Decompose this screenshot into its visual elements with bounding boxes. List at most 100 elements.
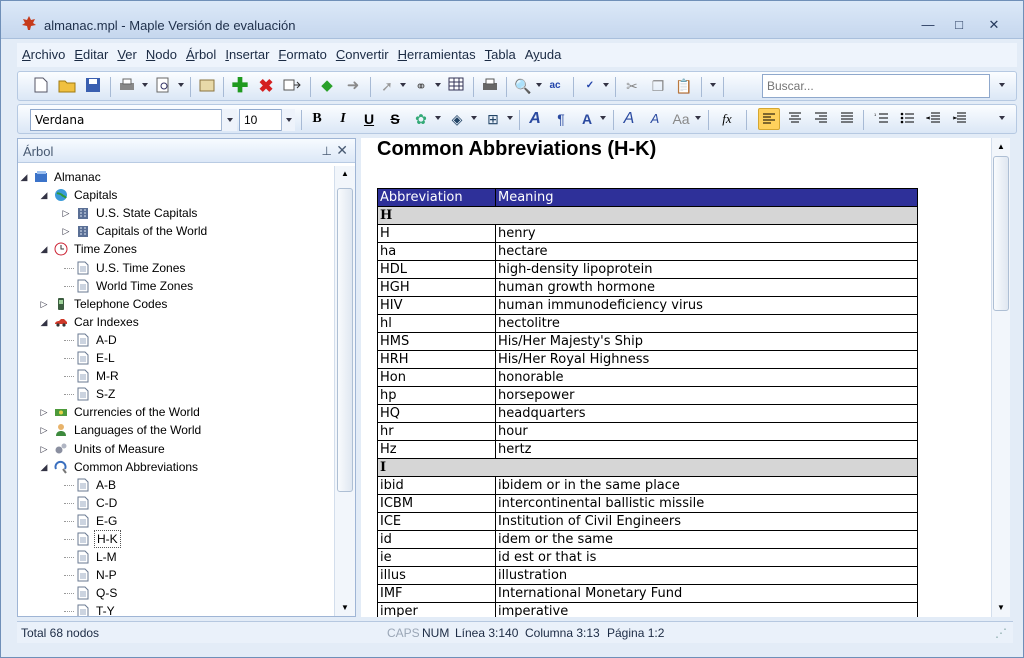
expand-icon[interactable]: ▷ <box>62 222 70 240</box>
print-icon-2[interactable] <box>481 77 499 95</box>
abbreviation-cell[interactable]: H <box>377 224 496 243</box>
meaning-cell[interactable]: illustration <box>495 566 918 585</box>
expand-icon[interactable]: ▷ <box>40 421 48 439</box>
editor-scrollbar[interactable]: ▲ ▼ <box>991 138 1010 617</box>
abbreviation-cell[interactable]: HQ <box>377 404 496 423</box>
bullet-list-icon[interactable] <box>898 110 916 128</box>
bold-button[interactable]: B <box>308 110 326 128</box>
paste-icon[interactable]: 📋 <box>675 77 693 95</box>
table-row[interactable]: illus illustration <box>377 566 918 585</box>
new-document-icon[interactable] <box>32 77 50 95</box>
add-node-icon[interactable]: ✚ <box>231 76 249 96</box>
editor-scroll-thumb[interactable] <box>993 156 1009 311</box>
move-node-icon[interactable] <box>283 77 301 95</box>
maximize-button[interactable]: □ <box>947 15 971 35</box>
open-folder-icon[interactable] <box>58 77 76 95</box>
table-row[interactable]: HRH His/Her Royal Highness <box>377 350 918 369</box>
search-input[interactable] <box>762 74 990 98</box>
resize-grip-icon[interactable]: ⋰ <box>995 626 1007 640</box>
abbreviation-cell[interactable]: ie <box>377 548 496 567</box>
abbreviation-cell[interactable]: ha <box>377 242 496 261</box>
meaning-cell[interactable]: henry <box>495 224 918 243</box>
menu-ayuda[interactable]: Ayuda <box>520 43 566 62</box>
meaning-cell[interactable]: hectolitre <box>495 314 918 333</box>
table-row[interactable]: IMF International Monetary Fund <box>377 584 918 603</box>
table-row[interactable]: Hon honorable <box>377 368 918 387</box>
section-letter[interactable]: I <box>377 458 918 477</box>
table-row[interactable]: ICE Institution of Civil Engineers <box>377 512 918 531</box>
abbreviation-cell[interactable]: IMF <box>377 584 496 603</box>
abbreviation-cell[interactable]: Hon <box>377 368 496 387</box>
cursor-icon[interactable]: ➚ <box>378 77 396 95</box>
table-row[interactable]: HIV human immunodeficiency virus <box>377 296 918 315</box>
meaning-cell[interactable]: International Monetary Fund <box>495 584 918 603</box>
link-icon[interactable]: ⚭ <box>412 77 430 95</box>
abbreviation-cell[interactable]: hr <box>377 422 496 441</box>
meaning-cell[interactable]: human growth hormone <box>495 278 918 297</box>
table-row[interactable]: HMS His/Her Majesty's Ship <box>377 332 918 351</box>
table-row[interactable]: imper imperative <box>377 602 918 617</box>
meaning-cell[interactable]: hectare <box>495 242 918 261</box>
numbered-list-icon[interactable]: 1 <box>872 110 890 128</box>
italic-button[interactable]: I <box>334 110 352 128</box>
decrease-font-icon[interactable]: A <box>646 110 664 128</box>
collapse-icon[interactable]: ◢ <box>40 458 48 476</box>
document-editor[interactable]: Common Abbreviations (H-K) Abbreviation M… <box>361 138 991 617</box>
cut-icon[interactable]: ✂ <box>623 77 641 95</box>
expand-icon[interactable]: ▷ <box>40 403 48 421</box>
title-bar[interactable]: almanac.mpl - Maple Versión de evaluació… <box>1 1 1023 39</box>
scroll-up-icon[interactable]: ▲ <box>997 142 1005 151</box>
table-row[interactable]: HDL high-density lipoprotein <box>377 260 918 279</box>
forward-arrow-icon[interactable]: ➜ <box>344 77 362 95</box>
table-row[interactable]: hr hour <box>377 422 918 441</box>
tree-scroll-thumb[interactable] <box>337 188 353 492</box>
table-row[interactable]: hl hectolitre <box>377 314 918 333</box>
scroll-down-icon[interactable]: ▼ <box>341 603 349 612</box>
meaning-cell[interactable]: Institution of Civil Engineers <box>495 512 918 531</box>
abbreviation-cell[interactable]: hp <box>377 386 496 405</box>
menu-tabla[interactable]: Tabla <box>480 43 520 62</box>
column-header-meaning[interactable]: Meaning <box>495 188 918 207</box>
font-name-select[interactable]: Verdana <box>30 109 235 131</box>
delete-node-icon[interactable]: ✖ <box>257 77 275 95</box>
menu-insertar[interactable]: Insertar <box>220 43 273 62</box>
font-style-icon[interactable]: A <box>526 110 544 128</box>
decrease-indent-icon[interactable] <box>924 110 942 128</box>
abbreviation-cell[interactable]: imper <box>377 602 496 617</box>
menu-ver[interactable]: Ver <box>112 43 141 62</box>
back-arrow-icon[interactable]: ◆ <box>318 77 336 95</box>
meaning-cell[interactable]: intercontinental ballistic missile <box>495 494 918 513</box>
expand-icon[interactable]: ▷ <box>40 440 48 458</box>
section-row[interactable]: I <box>377 458 918 477</box>
abbreviation-cell[interactable]: HMS <box>377 332 496 351</box>
pin-icon[interactable]: ⊥ <box>322 144 332 158</box>
table-row[interactable]: ha hectare <box>377 242 918 261</box>
font-size-dropdown-button[interactable] <box>281 109 295 131</box>
collapse-icon[interactable]: ◢ <box>40 240 48 258</box>
menu-archivo[interactable]: Archivo <box>17 43 69 62</box>
column-header-abbreviation[interactable]: Abbreviation <box>377 188 496 207</box>
align-center-button[interactable] <box>786 110 804 128</box>
expand-icon[interactable]: ▷ <box>62 204 70 222</box>
menu-editar[interactable]: Editar <box>69 43 112 62</box>
abbreviation-cell[interactable]: Hz <box>377 440 496 459</box>
replace-icon[interactable]: ac <box>546 77 564 95</box>
table-row[interactable]: HQ headquarters <box>377 404 918 423</box>
abbreviation-cell[interactable]: HGH <box>377 278 496 297</box>
increase-indent-icon[interactable] <box>950 110 968 128</box>
collapse-icon[interactable]: ◢ <box>40 186 48 204</box>
menu-herramientas[interactable]: Herramientas <box>393 43 480 62</box>
save-icon[interactable] <box>84 77 102 95</box>
meaning-cell[interactable]: headquarters <box>495 404 918 423</box>
expand-icon[interactable]: ▷ <box>40 295 48 313</box>
abbreviation-cell[interactable]: id <box>377 530 496 549</box>
meaning-cell[interactable]: horsepower <box>495 386 918 405</box>
table-row[interactable]: id idem or the same <box>377 530 918 549</box>
copy-icon[interactable]: ❐ <box>649 77 667 95</box>
meaning-cell[interactable]: id est or that is <box>495 548 918 567</box>
underline-button[interactable]: U <box>360 110 378 128</box>
section-letter[interactable]: H <box>377 206 918 225</box>
scroll-up-icon[interactable]: ▲ <box>341 169 349 178</box>
paragraph-style-icon[interactable]: ¶ <box>552 110 570 128</box>
meaning-cell[interactable]: human immunodeficiency virus <box>495 296 918 315</box>
